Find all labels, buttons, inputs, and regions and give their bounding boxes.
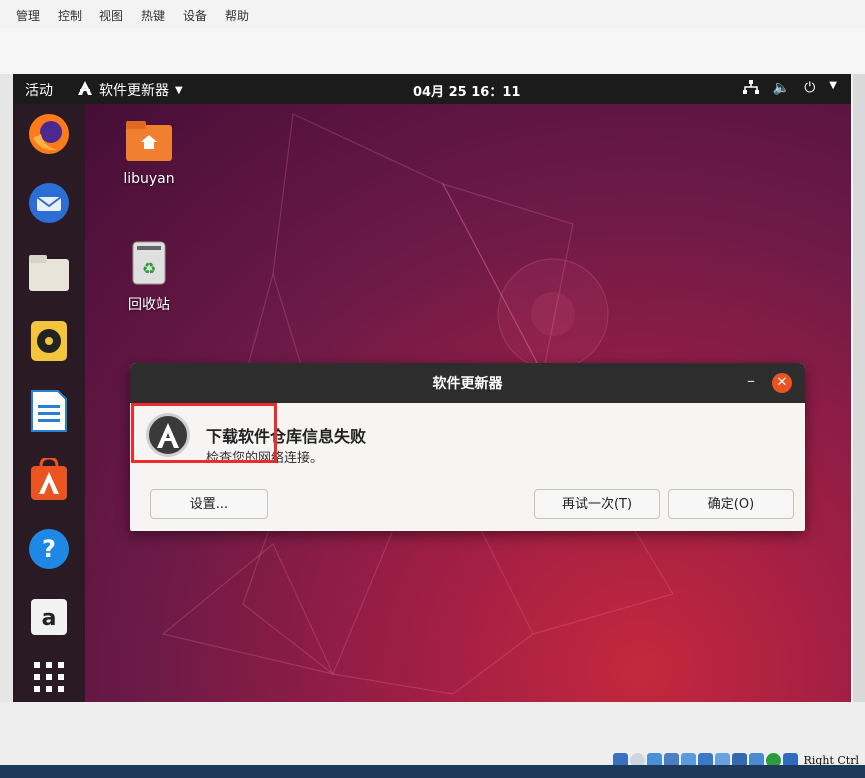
host-menu-devices[interactable]: 设备 (183, 7, 207, 24)
clock[interactable]: 04月 25 16：11 (413, 81, 520, 100)
files-icon[interactable] (26, 250, 72, 296)
software-updater-icon (77, 80, 93, 100)
desktop-home-folder[interactable]: libuyan (114, 119, 184, 187)
system-tray[interactable]: 🔈 ⏻ ▼ (742, 80, 837, 98)
amazon-icon[interactable]: a (26, 594, 72, 640)
volume-icon: 🔈 (772, 80, 791, 96)
trash-label: 回收站 (128, 297, 170, 313)
retry-button[interactable]: 再试一次(T) (534, 489, 660, 519)
chevron-down-icon: ▼ (829, 80, 837, 91)
power-icon: ⏻ (804, 80, 816, 96)
host-toolbar-area (0, 28, 865, 75)
host-menu-help[interactable]: 帮助 (225, 7, 249, 24)
host-right-edge (853, 74, 865, 702)
annotation-highlight-box (131, 403, 277, 463)
svg-text:?: ? (42, 535, 56, 563)
dialog-titlebar[interactable]: 软件更新器 – ✕ (130, 363, 805, 403)
desktop-trash[interactable]: ♻ 回收站 (114, 238, 184, 314)
rhythmbox-icon[interactable] (26, 318, 72, 364)
host-taskbar-strip (0, 765, 865, 778)
home-folder-icon (126, 121, 172, 161)
thunderbird-icon[interactable] (26, 180, 72, 226)
home-folder-label: libuyan (123, 171, 175, 187)
trash-icon: ♻ (132, 241, 166, 285)
dialog-title: 软件更新器 (432, 376, 503, 392)
app-menu-label: 软件更新器 (99, 83, 169, 99)
software-center-icon[interactable] (26, 457, 72, 503)
host-menu-manage[interactable]: 管理 (16, 7, 40, 24)
help-icon[interactable]: ? (26, 526, 72, 572)
host-menu-control[interactable]: 控制 (58, 7, 82, 24)
minimize-icon[interactable]: – (747, 371, 755, 390)
settings-button[interactable]: 设置... (150, 489, 268, 519)
ok-button[interactable]: 确定(O) (668, 489, 794, 519)
host-menubar: 管理 控制 视图 热键 设备 帮助 (0, 0, 865, 28)
writer-icon[interactable] (26, 388, 72, 434)
host-left-edge (0, 74, 13, 702)
dock: ? a (13, 104, 85, 702)
activities-button[interactable]: 活动 (25, 80, 53, 100)
gnome-top-bar: 活动 软件更新器 ▼ 04月 25 16：11 🔈 ⏻ ▼ (13, 74, 851, 104)
host-menu-hotkeys[interactable]: 热键 (141, 7, 165, 24)
vm-screen: 活动 软件更新器 ▼ 04月 25 16：11 🔈 ⏻ ▼ ? a libuya… (13, 74, 851, 702)
firefox-icon[interactable] (26, 111, 72, 157)
host-menu-view[interactable]: 视图 (99, 7, 123, 24)
app-menu[interactable]: 软件更新器 ▼ (77, 80, 183, 100)
app-grid-icon[interactable] (26, 654, 72, 700)
chevron-down-icon: ▼ (175, 84, 183, 96)
svg-text:♻: ♻ (142, 259, 156, 278)
network-icon (742, 80, 759, 98)
close-icon[interactable]: ✕ (772, 373, 792, 393)
svg-text:a: a (42, 606, 57, 631)
